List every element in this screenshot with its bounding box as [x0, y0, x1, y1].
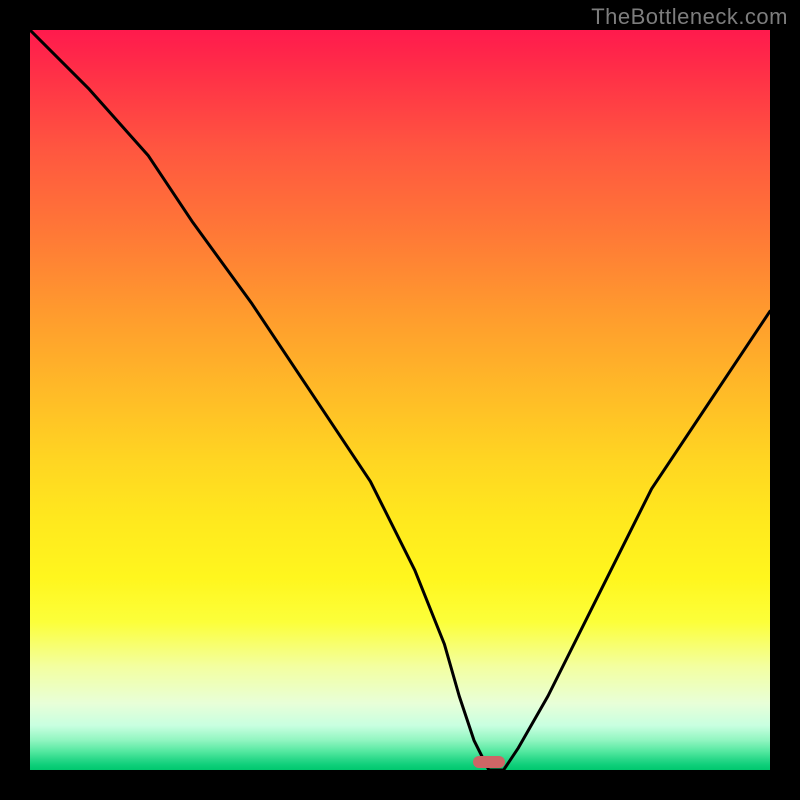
watermark-text: TheBottleneck.com — [591, 4, 788, 30]
optimal-marker — [473, 756, 506, 768]
plot-area — [30, 30, 770, 770]
chart-frame: TheBottleneck.com — [0, 0, 800, 800]
bottleneck-curve — [30, 30, 770, 770]
